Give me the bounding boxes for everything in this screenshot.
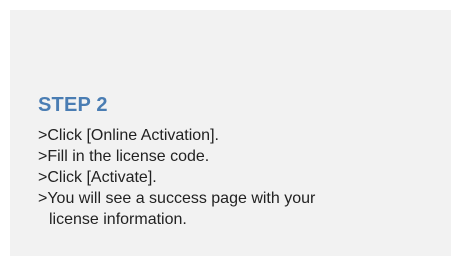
instruction-line: >You will see a success page with your bbox=[38, 190, 316, 207]
instruction-line: >Click [Online Activation]. bbox=[38, 127, 219, 144]
step-title: STEP 2 bbox=[38, 94, 108, 116]
instruction-line: >Fill in the license code. bbox=[38, 148, 210, 165]
instruction-card: STEP 2 >Click [Online Activation]. >Fill… bbox=[10, 10, 451, 256]
instruction-line: >Click [Activate]. bbox=[38, 169, 157, 186]
instruction-line-continuation: license information. bbox=[49, 211, 187, 228]
step-instruction-list: >Click [Online Activation]. >Fill in the… bbox=[38, 125, 315, 230]
